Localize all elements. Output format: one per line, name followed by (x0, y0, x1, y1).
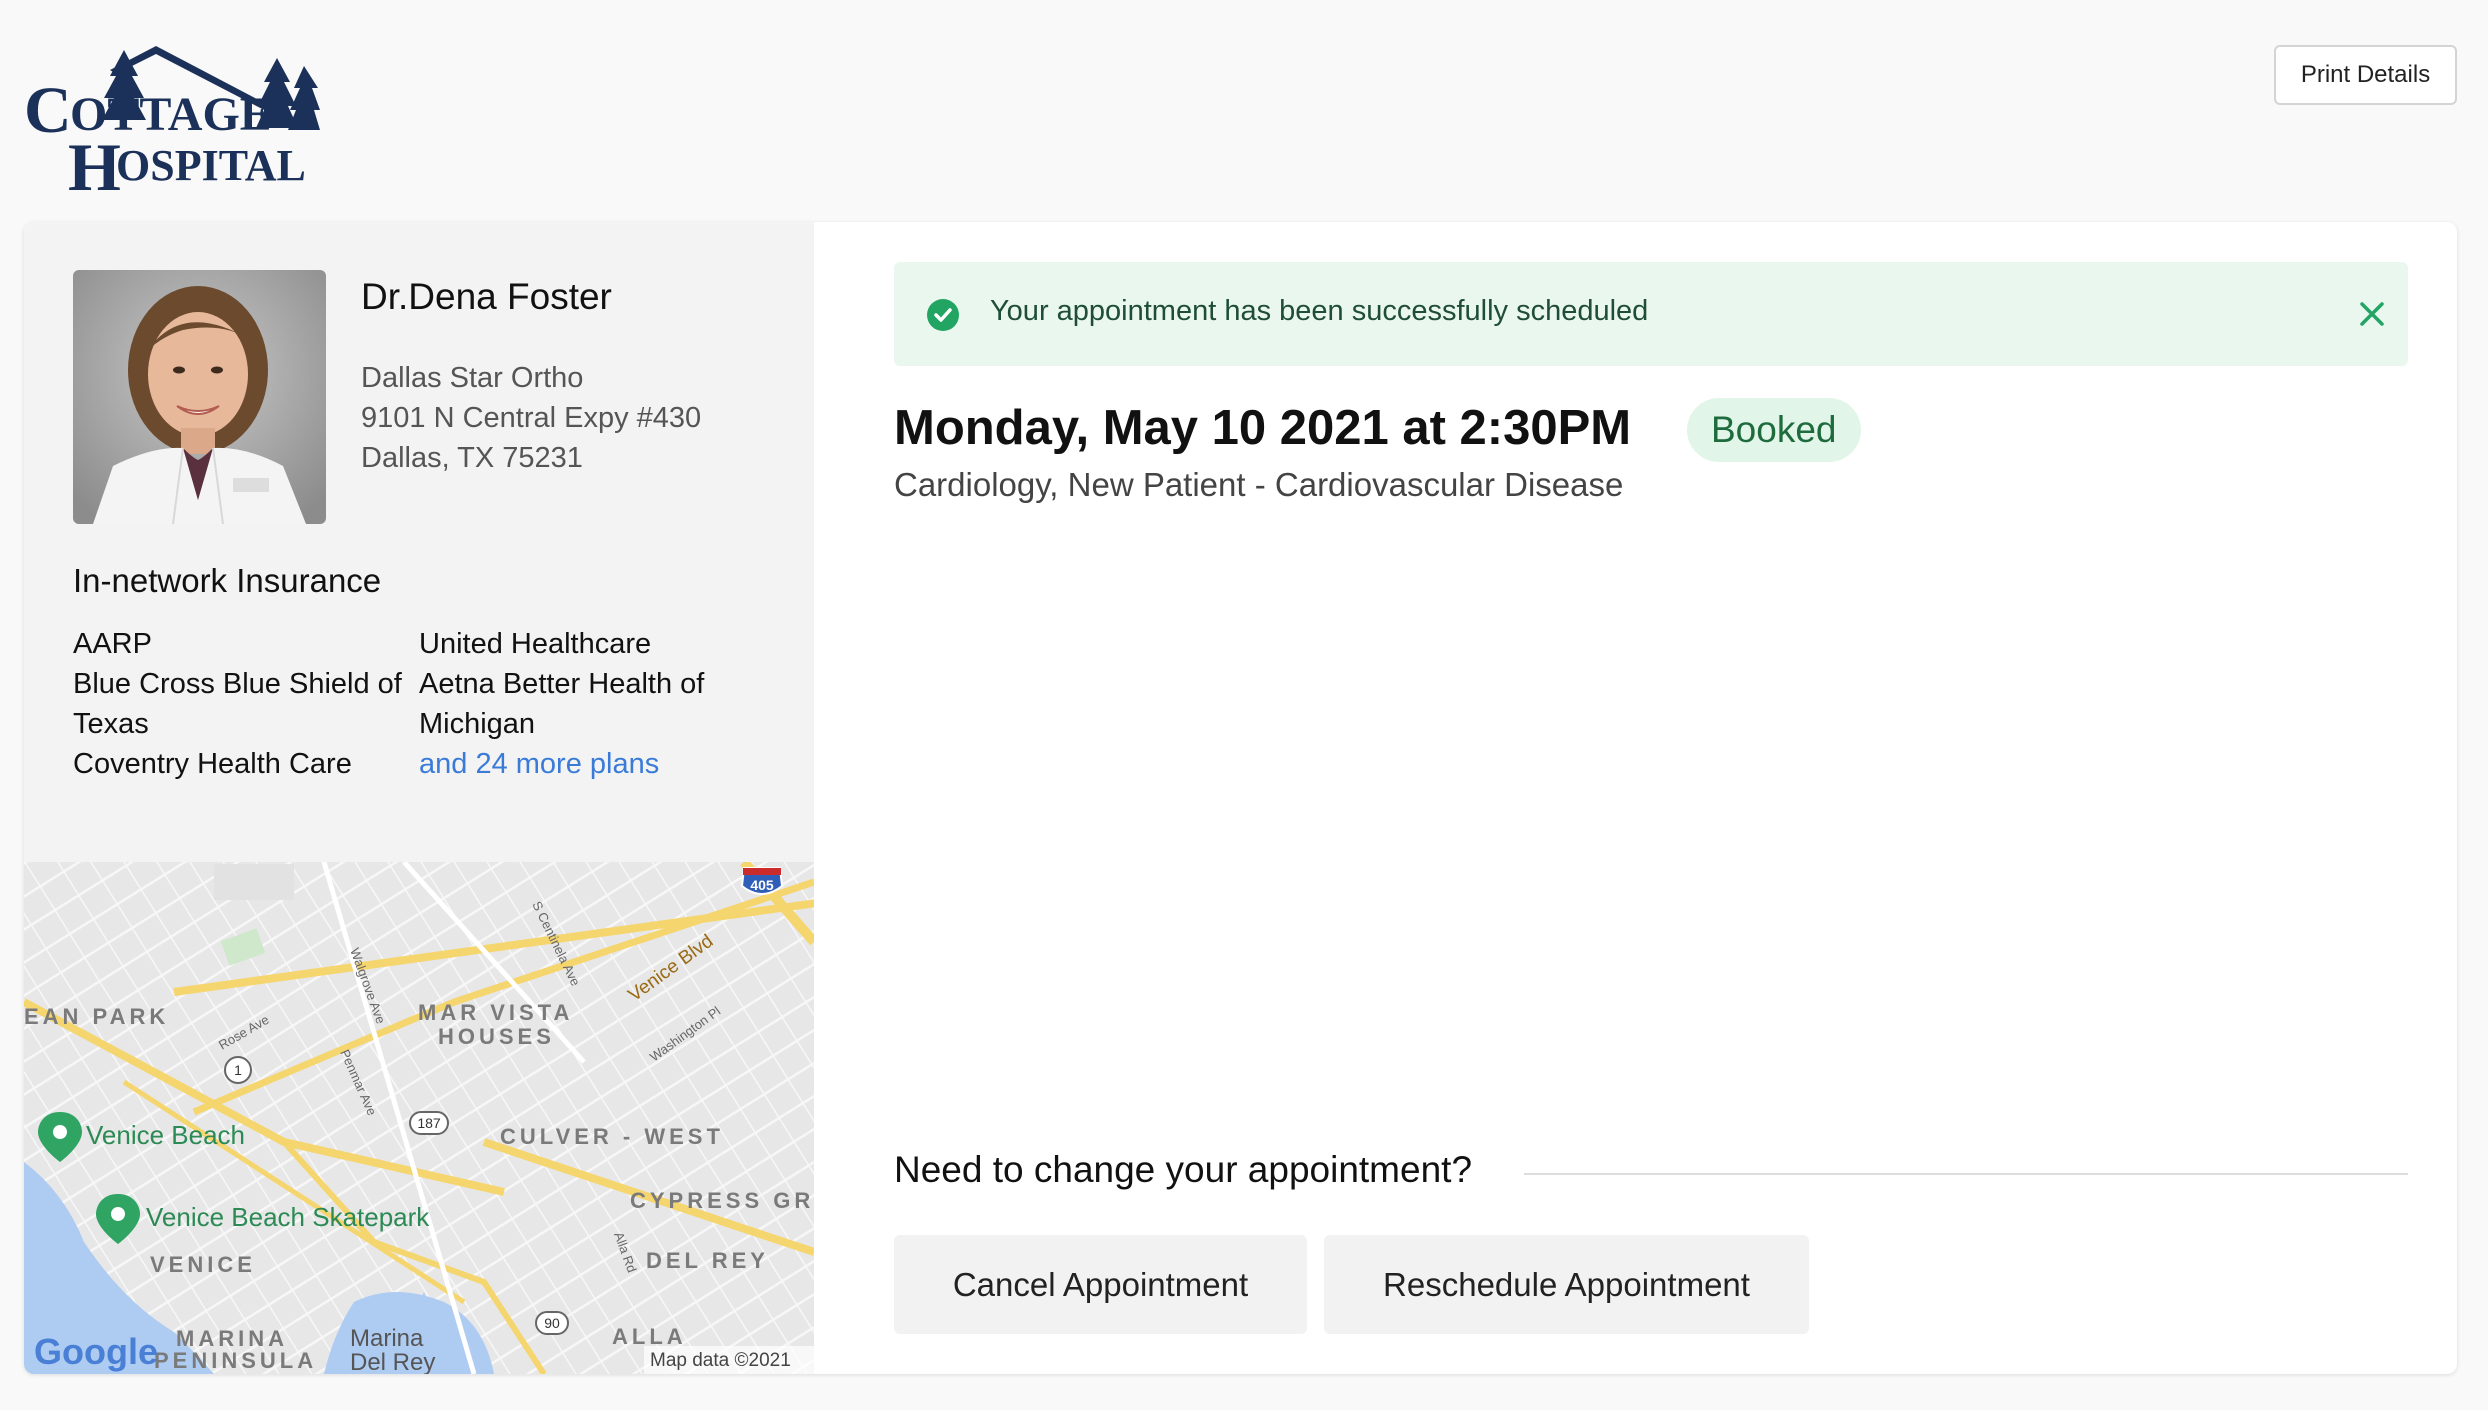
success-alert: Your appointment has been successfully s… (894, 262, 2408, 366)
print-details-button[interactable]: Print Details (2274, 45, 2457, 105)
map-label: DEL REY (646, 1248, 769, 1273)
status-badge: Booked (1687, 398, 1861, 462)
address-line: Dallas Star Ortho (361, 362, 584, 394)
poi-label: Venice Beach Skatepark (146, 1202, 430, 1232)
cottage-hospital-logo: C OTTAGE H OSPITAL (24, 46, 320, 196)
cancel-appointment-button[interactable]: Cancel Appointment (894, 1235, 1307, 1334)
reschedule-appointment-button[interactable]: Reschedule Appointment (1324, 1235, 1809, 1334)
shield-1-icon: 1 (224, 1056, 252, 1084)
map-label: CYPRESS GRO (630, 1188, 814, 1213)
map-label: CULVER - WEST (500, 1124, 724, 1149)
doctor-photo (73, 270, 326, 524)
insurance-plan: Coventry Health Care (73, 748, 352, 780)
map-label: Marina (350, 1325, 424, 1352)
insurance-plan: AARP (73, 628, 152, 660)
insurance-plan: Aetna Better Health of Michigan (419, 668, 705, 740)
map-label: HOUSES (438, 1024, 555, 1049)
more-plans-link[interactable]: and 24 more plans (419, 744, 754, 784)
address-line: Dallas, TX 75231 (361, 442, 583, 474)
svg-text:H: H (68, 129, 121, 196)
insurance-plan: Blue Cross Blue Shield of Texas (73, 668, 402, 740)
svg-text:187: 187 (417, 1115, 441, 1131)
shield-90-icon: 90 (535, 1311, 569, 1335)
close-icon[interactable] (2352, 294, 2392, 334)
appointment-datetime: Monday, May 10 2021 at 2:30PM (894, 401, 1632, 455)
doctor-name: Dr.Dena Foster (361, 276, 612, 317)
map-label: Del Rey (350, 1349, 435, 1374)
map-label: ALLA (612, 1324, 687, 1349)
shield-405-icon: 405 (740, 867, 784, 895)
google-logo: Google (34, 1331, 158, 1372)
divider (1524, 1173, 2408, 1175)
map-label: MAR VISTA (418, 1000, 573, 1025)
location-map[interactable]: 405 1 187 90 EAN PARK MAR VISTA HOUSES C… (24, 862, 814, 1374)
map-label: PENINSULA (154, 1348, 317, 1373)
doctor-panel: Dr.Dena Foster Dallas Star Ortho 9101 N … (24, 222, 814, 1374)
svg-text:C: C (24, 74, 72, 147)
map-attribution: Map data ©2021 (650, 1350, 791, 1371)
logo-line2: OSPITAL (116, 141, 306, 190)
appointment-details: Your appointment has been successfully s… (814, 222, 2457, 1374)
check-circle-icon (927, 299, 959, 331)
address-line: 9101 N Central Expy #430 (361, 402, 702, 434)
map-label: VENICE (150, 1252, 256, 1277)
insurance-plan: United Healthcare (419, 628, 652, 660)
insurance-title: In-network Insurance (73, 562, 382, 599)
shield-187-icon: 187 (409, 1111, 449, 1135)
change-appointment-title: Need to change your appointment? (894, 1149, 1473, 1190)
visit-type: Cardiology, New Patient - Cardiovascular… (894, 466, 1624, 503)
svg-text:90: 90 (544, 1315, 560, 1331)
svg-text:1: 1 (234, 1062, 242, 1078)
svg-text:405: 405 (750, 877, 774, 893)
doctor-address: Dallas Star Ortho 9101 N Central Expy #4… (361, 358, 701, 478)
insurance-column-1: AARP Blue Cross Blue Shield of Texas Cov… (73, 624, 408, 784)
alert-message: Your appointment has been successfully s… (990, 295, 1649, 327)
appointment-card: Dr.Dena Foster Dallas Star Ortho 9101 N … (24, 222, 2457, 1374)
insurance-column-2: United Healthcare Aetna Better Health of… (419, 624, 754, 784)
poi-label: Venice Beach (86, 1120, 245, 1150)
map-label: EAN PARK (24, 1004, 169, 1029)
